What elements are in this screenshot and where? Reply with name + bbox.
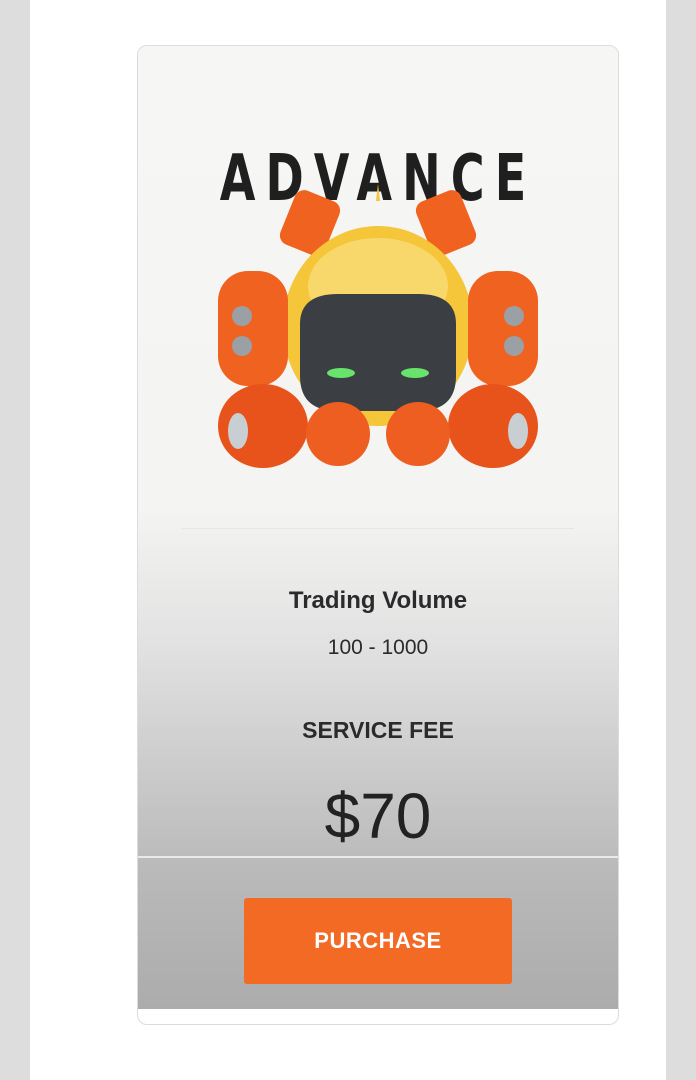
service-fee-label: SERVICE FEE bbox=[302, 717, 454, 743]
page-background: ADVANCE Trading Volume 100 - 1000 SERVIC… bbox=[30, 0, 666, 1080]
pricing-card-body: ADVANCE Trading Volume 100 - 1000 SERVIC… bbox=[138, 46, 618, 1009]
trading-volume-value: 100 - 1000 bbox=[327, 636, 429, 659]
pricing-card: ADVANCE Trading Volume 100 - 1000 SERVIC… bbox=[137, 45, 619, 1025]
section-divider bbox=[182, 528, 574, 529]
purchase-button[interactable]: PURCHASE bbox=[244, 898, 512, 984]
robot-mascot-icon bbox=[218, 184, 538, 468]
footer-separator bbox=[138, 856, 618, 858]
trading-volume-label: Trading Volume bbox=[288, 587, 468, 614]
service-fee-price: $70 bbox=[324, 780, 432, 852]
